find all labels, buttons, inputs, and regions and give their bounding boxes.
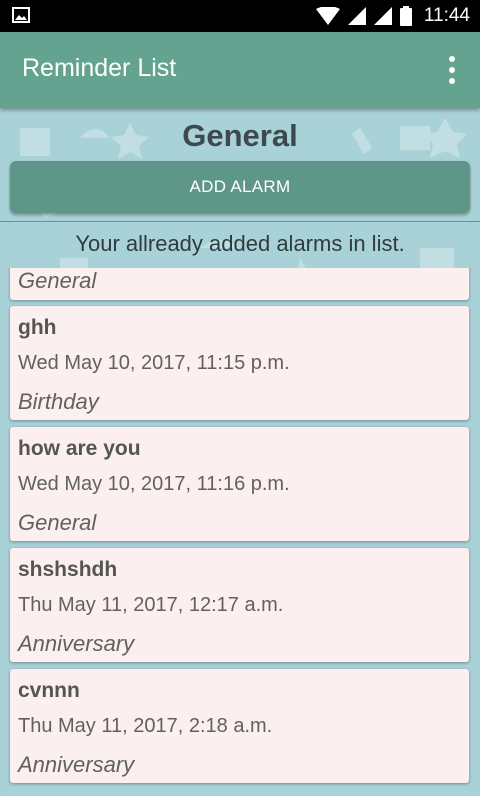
alarm-date: Wed May 10, 2017, 11:16 p.m. bbox=[18, 473, 290, 495]
alarm-category: General bbox=[18, 268, 97, 293]
alarm-list[interactable]: General ghh Wed May 10, 2017, 11:15 p.m.… bbox=[0, 268, 480, 796]
alarm-card[interactable]: how are you Wed May 10, 2017, 11:16 p.m.… bbox=[10, 427, 469, 541]
list-hint-text: Your allready added alarms in list. bbox=[75, 231, 405, 256]
alarm-date: Thu May 11, 2017, 12:17 a.m. bbox=[18, 594, 284, 616]
alarm-card[interactable]: ghh Wed May 10, 2017, 11:15 p.m. Birthda… bbox=[10, 306, 469, 420]
wifi-icon bbox=[315, 7, 340, 25]
alarm-card[interactable]: shshshdh Thu May 11, 2017, 12:17 a.m. An… bbox=[10, 548, 469, 662]
signal-icon-2 bbox=[373, 7, 392, 25]
battery-icon bbox=[399, 6, 412, 26]
alarm-date: Wed May 10, 2017, 11:15 p.m. bbox=[18, 352, 290, 374]
add-alarm-button[interactable]: ADD ALARM bbox=[10, 161, 470, 213]
alarm-category: Anniversary bbox=[18, 631, 135, 656]
alarm-category: Birthday bbox=[18, 389, 99, 414]
alarm-card[interactable]: General bbox=[10, 268, 469, 300]
divider bbox=[0, 221, 480, 222]
alarm-card[interactable]: cvnnn Thu May 11, 2017, 2:18 a.m. Annive… bbox=[10, 669, 469, 783]
overflow-menu-icon[interactable] bbox=[440, 54, 464, 86]
signal-icon bbox=[347, 7, 366, 25]
image-notification-icon bbox=[12, 7, 30, 23]
alarm-category: General bbox=[18, 510, 97, 535]
status-bar: 11:44 bbox=[0, 0, 480, 32]
alarm-date: Thu May 11, 2017, 2:18 a.m. bbox=[18, 715, 273, 737]
app-title: Reminder List bbox=[22, 54, 177, 82]
alarm-title: ghh bbox=[18, 316, 57, 339]
app-bar: Reminder List bbox=[0, 32, 480, 108]
alarm-title: how are you bbox=[18, 437, 141, 460]
alarm-title: cvnnn bbox=[18, 679, 80, 702]
alarm-category: Anniversary bbox=[18, 752, 135, 777]
category-heading: General bbox=[182, 118, 298, 153]
alarm-title: shshshdh bbox=[18, 558, 118, 581]
status-time: 11:44 bbox=[423, 5, 470, 26]
